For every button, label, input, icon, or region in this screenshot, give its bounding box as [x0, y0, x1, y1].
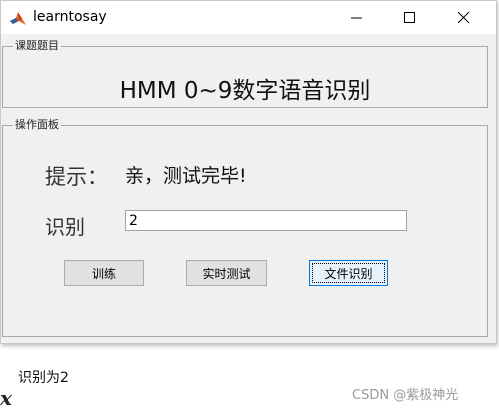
- minimize-button[interactable]: [334, 1, 380, 34]
- window-title: learntosay: [33, 9, 107, 25]
- background-glyph: x: [0, 386, 12, 410]
- realtime-test-button[interactable]: 实时测试: [186, 260, 267, 286]
- maximize-icon: [404, 12, 415, 23]
- recognition-label: 识别: [45, 215, 85, 239]
- minimize-icon: [351, 17, 362, 19]
- watermark: CSDN @紫极神光: [352, 388, 459, 403]
- console-output: 识别为2: [18, 370, 69, 386]
- operation-group-label: 操作面板: [13, 118, 61, 132]
- close-button[interactable]: [441, 1, 487, 34]
- page-title: HMM 0~9数字语音识别: [119, 78, 371, 104]
- app-window: learntosay 课题题目 HMM 0~9数字语音识别 操作面板 提示： 亲…: [0, 0, 497, 344]
- hint-message: 亲，测试完毕!: [125, 165, 247, 187]
- hint-label: 提示：: [45, 165, 108, 189]
- focus-rect: [312, 263, 385, 283]
- recognition-result-field[interactable]: [125, 210, 407, 231]
- close-icon: [458, 12, 470, 24]
- title-bar[interactable]: learntosay: [1, 1, 496, 34]
- matlab-icon: [9, 9, 27, 27]
- file-recognition-button[interactable]: 文件识别: [309, 260, 388, 286]
- train-button[interactable]: 训练: [64, 260, 144, 286]
- topic-group-label: 课题题目: [13, 39, 61, 53]
- maximize-button[interactable]: [387, 1, 433, 34]
